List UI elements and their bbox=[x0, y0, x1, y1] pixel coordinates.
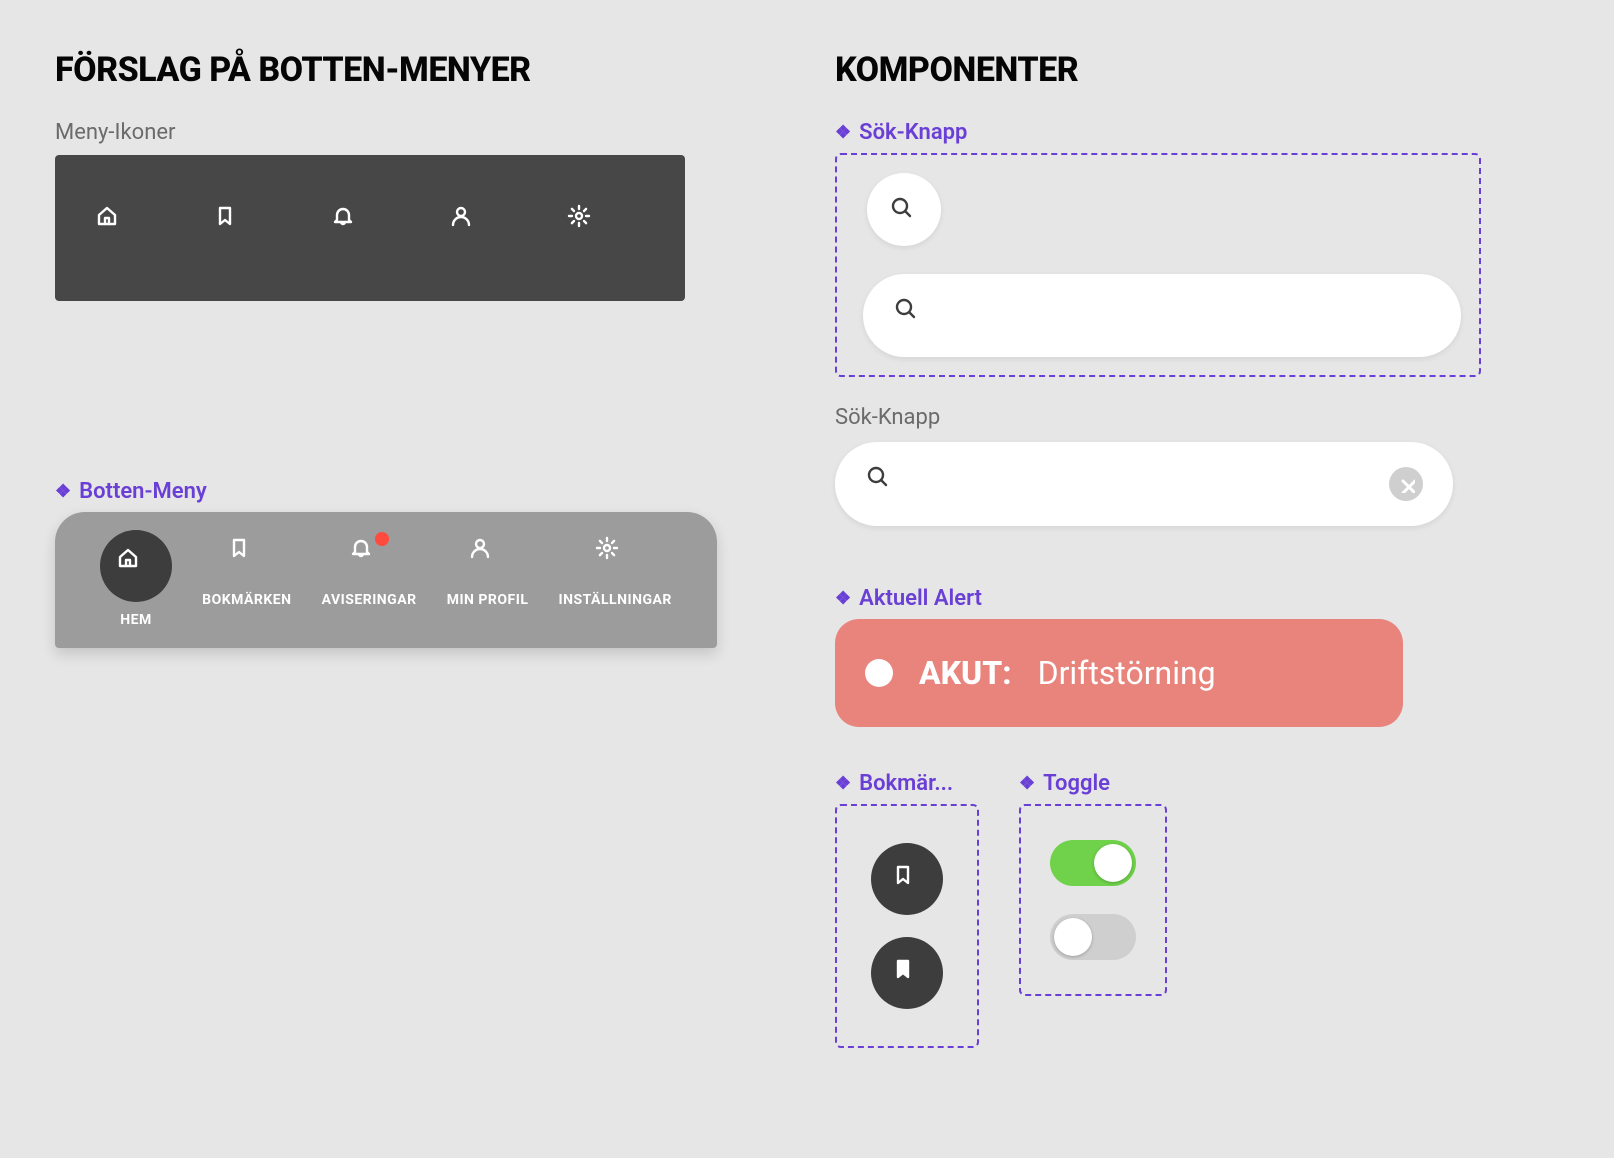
search-component-label: Sök-Knapp bbox=[835, 120, 1559, 145]
bottom-item-profile[interactable]: MIN PROFIL bbox=[447, 530, 529, 608]
bottom-menu: HEM BOKMÄRKEN AVISERINGAR MIN PROFIL INS… bbox=[55, 512, 717, 648]
bell-icon bbox=[331, 204, 379, 252]
search-bar-with-clear[interactable] bbox=[835, 442, 1453, 526]
home-icon bbox=[95, 204, 143, 252]
bottom-item-label: BOKMÄRKEN bbox=[202, 592, 291, 608]
bookmark-icon bbox=[227, 536, 267, 576]
bottom-item-bookmarks[interactable]: BOKMÄRKEN bbox=[202, 530, 291, 608]
alert-banner[interactable]: AKUT: Driftstörning bbox=[835, 619, 1403, 727]
home-icon bbox=[116, 546, 156, 586]
bottom-item-label: AVISERINGAR bbox=[322, 592, 417, 608]
alert-message: Driftstörning bbox=[1038, 654, 1216, 692]
menu-icon-bar bbox=[55, 155, 685, 301]
bookmark-outline-button[interactable] bbox=[871, 843, 943, 915]
alert-indicator-dot bbox=[865, 659, 893, 687]
search-icon bbox=[865, 464, 905, 504]
bottom-item-label: MIN PROFIL bbox=[447, 592, 529, 608]
left-heading: FÖRSLAG PÅ BOTTEN-MENYER bbox=[55, 50, 775, 90]
toggle-on[interactable] bbox=[1050, 840, 1136, 886]
bottom-item-home[interactable]: HEM bbox=[100, 530, 172, 628]
user-icon bbox=[449, 204, 497, 252]
toggle-knob bbox=[1054, 918, 1092, 956]
menu-icons-label: Meny-Ikoner bbox=[55, 120, 775, 145]
search-bar[interactable] bbox=[863, 274, 1461, 357]
toggle-component-label: Toggle bbox=[1019, 771, 1167, 796]
close-icon bbox=[1397, 475, 1415, 493]
bottom-item-settings[interactable]: INSTÄLLNINGAR bbox=[559, 530, 672, 608]
bookmark-icon bbox=[213, 204, 261, 252]
search-button-frame bbox=[835, 153, 1481, 377]
bookmark-component-label: Bokmär... bbox=[835, 771, 979, 796]
clear-button[interactable] bbox=[1389, 467, 1423, 501]
toggle-off[interactable] bbox=[1050, 914, 1136, 960]
right-heading: KOMPONENTER bbox=[835, 50, 1559, 90]
toggle-frame bbox=[1019, 804, 1167, 996]
bottom-item-label: HEM bbox=[120, 612, 152, 628]
bookmark-filled-button[interactable] bbox=[871, 937, 943, 1009]
settings-icon bbox=[567, 204, 615, 252]
alert-component-label: Aktuell Alert bbox=[835, 586, 1559, 611]
search-icon bbox=[889, 195, 919, 225]
bookmark-filled-icon bbox=[891, 957, 923, 989]
bottom-item-notifications[interactable]: AVISERINGAR bbox=[322, 530, 417, 608]
settings-icon bbox=[595, 536, 635, 576]
alert-prefix: AKUT: bbox=[919, 654, 1012, 692]
user-icon bbox=[468, 536, 508, 576]
bookmark-frame bbox=[835, 804, 979, 1048]
search-icon bbox=[893, 296, 933, 336]
bottom-item-label: INSTÄLLNINGAR bbox=[559, 592, 672, 608]
toggle-knob bbox=[1094, 844, 1132, 882]
bottom-menu-component-label: Botten-Meny bbox=[55, 479, 775, 504]
bookmark-icon bbox=[891, 863, 923, 895]
search-plain-label: Sök-Knapp bbox=[835, 405, 1559, 430]
search-round-button[interactable] bbox=[867, 173, 941, 246]
